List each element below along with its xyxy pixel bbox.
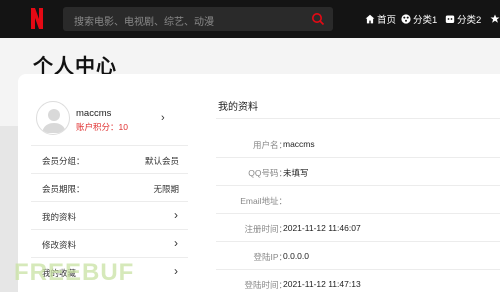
- avatar[interactable]: [36, 101, 70, 135]
- field-value: 0.0.0.0: [283, 251, 309, 261]
- user-summary[interactable]: maccms 账户积分：10 ›: [36, 101, 186, 139]
- user-icon: [42, 109, 66, 133]
- field-email: Email地址：: [216, 186, 500, 214]
- field-label: Email地址：: [240, 196, 287, 206]
- nav-home[interactable]: 首页: [365, 12, 396, 26]
- menu-my-profile-label: 我的资料: [42, 212, 77, 222]
- field-qq: QQ号码： 未填写: [216, 158, 500, 186]
- username: maccms: [76, 108, 112, 119]
- menu-my-profile[interactable]: 我的资料 ›: [31, 201, 188, 229]
- field-login-ip: 登陆IP： 0.0.0.0: [216, 242, 500, 270]
- field-label: 登陆时间：: [244, 280, 287, 290]
- field-register-time: 注册时间： 2021-11-12 11:46:07: [216, 214, 500, 242]
- divider: [216, 118, 500, 119]
- member-group-value: 默认会员: [144, 156, 179, 166]
- nav-category-1-label: 分类1: [413, 15, 438, 26]
- profile-section-title: 我的资料: [218, 102, 258, 113]
- search-icon[interactable]: [311, 12, 325, 26]
- watermark: FREEBUF: [14, 259, 135, 286]
- member-term-value: 无限期: [153, 184, 179, 194]
- field-username: 用户名： maccms: [216, 130, 500, 158]
- field-label: QQ号码：: [248, 168, 287, 178]
- field-value: 未填写: [283, 168, 309, 178]
- nav-category-2-label: 分类2: [457, 15, 482, 26]
- search-input[interactable]: 搜索电影、电视剧、综艺、动漫: [74, 13, 214, 28]
- field-value: 2021-11-12 11:46:07: [283, 223, 361, 233]
- field-label: 注册时间：: [244, 224, 287, 234]
- member-term-row: 会员期限： 无限期: [31, 173, 188, 201]
- chevron-right-icon: ›: [174, 208, 178, 222]
- search-box[interactable]: 搜索电影、电视剧、综艺、动漫: [63, 7, 333, 31]
- nav-category-1[interactable]: 分类1: [401, 12, 437, 26]
- field-label: 用户名：: [252, 140, 287, 150]
- nav-category-2[interactable]: 分类2: [445, 12, 481, 26]
- home-icon: [365, 14, 375, 24]
- netflix-logo[interactable]: [31, 8, 45, 29]
- menu-edit-profile-label: 修改资料: [42, 240, 77, 250]
- field-value: 2021-11-12 11:47:13: [283, 279, 361, 289]
- star-icon: [490, 14, 500, 23]
- field-login-time: 登陆时间： 2021-11-12 11:47:13: [216, 270, 500, 292]
- chevron-right-icon: ›: [174, 236, 178, 250]
- account-points: 账户积分：10: [76, 122, 128, 132]
- field-label: 登陆IP：: [253, 252, 287, 262]
- member-group-row: 会员分组： 默认会员: [31, 145, 188, 173]
- member-group-label: 会员分组：: [42, 156, 85, 166]
- field-value: maccms: [283, 139, 315, 149]
- chevron-right-icon: ›: [174, 264, 178, 278]
- nav-more[interactable]: [490, 12, 500, 26]
- nav-home-label: 首页: [377, 15, 397, 26]
- menu-edit-profile[interactable]: 修改资料 ›: [31, 229, 188, 257]
- top-navigation-bar: 搜索电影、电视剧、综艺、动漫 首页 分类1 分类2: [0, 0, 500, 38]
- chevron-right-icon[interactable]: ›: [161, 112, 165, 124]
- category-icon: [401, 14, 411, 24]
- member-term-label: 会员期限：: [42, 184, 85, 194]
- category-icon: [445, 15, 455, 23]
